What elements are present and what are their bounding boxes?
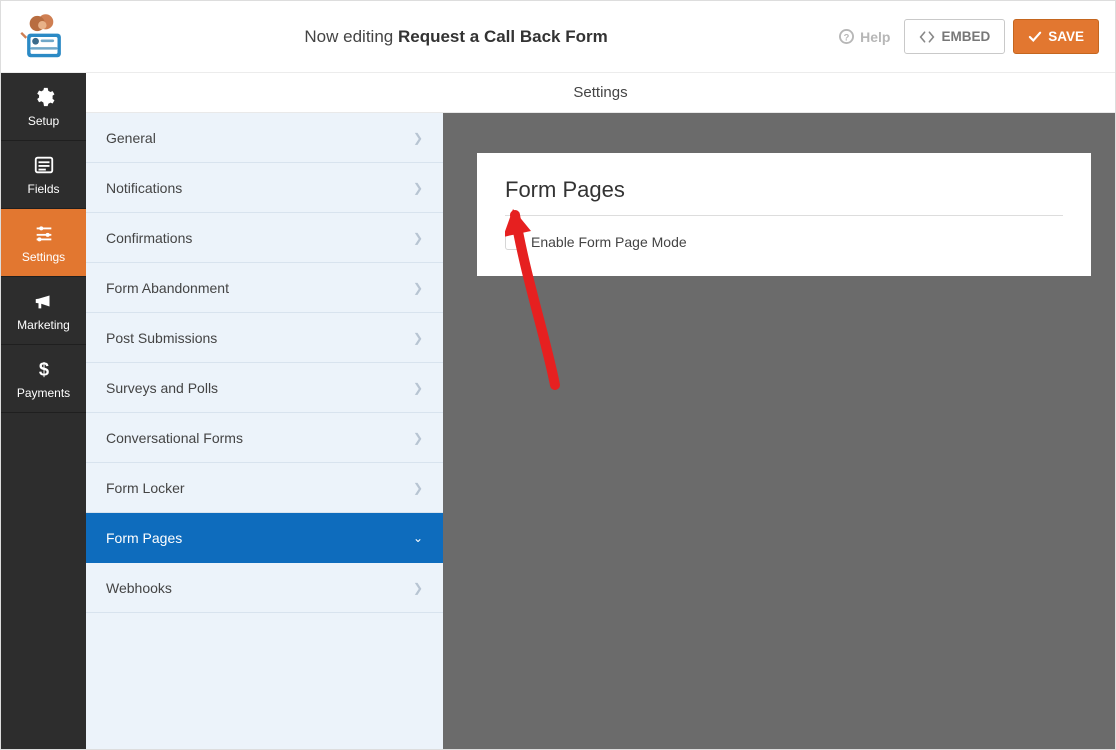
menu-label: Form Pages xyxy=(106,530,182,546)
menu-label: Form Locker xyxy=(106,480,185,496)
list-icon xyxy=(33,154,55,176)
gear-icon xyxy=(33,86,55,108)
wpforms-logo xyxy=(9,9,79,65)
dollar-icon: $ xyxy=(33,358,55,380)
nav-item-marketing[interactable]: Marketing xyxy=(1,277,86,345)
check-icon xyxy=(1028,31,1042,43)
enable-form-page-mode-checkbox[interactable] xyxy=(505,234,521,250)
preview-area: Form Pages Enable Form Page Mode xyxy=(443,113,1115,749)
form-title: Request a Call Back Form xyxy=(398,27,608,46)
nav-item-payments[interactable]: $ Payments xyxy=(1,345,86,413)
settings-menu-form-locker[interactable]: Form Locker ❯ xyxy=(86,463,443,513)
header-title: Now editing Request a Call Back Form xyxy=(79,27,833,47)
nav-label: Marketing xyxy=(17,318,70,332)
header-actions: ? Help EMBED SAVE xyxy=(833,19,1099,54)
svg-text:$: $ xyxy=(38,358,48,379)
nav-item-setup[interactable]: Setup xyxy=(1,73,86,141)
mascot-icon xyxy=(17,13,71,61)
nav-label: Setup xyxy=(28,114,59,128)
app-frame: Now editing Request a Call Back Form ? H… xyxy=(0,0,1116,750)
chevron-right-icon: ❯ xyxy=(413,181,423,195)
settings-menu-general[interactable]: General ❯ xyxy=(86,113,443,163)
settings-menu: General ❯ Notifications ❯ Confirmations … xyxy=(86,113,443,749)
middle: Settings General ❯ Notifications ❯ Confi… xyxy=(86,73,1115,749)
code-icon xyxy=(919,30,935,44)
enable-form-page-mode-row[interactable]: Enable Form Page Mode xyxy=(505,234,1063,250)
save-label: SAVE xyxy=(1048,29,1084,44)
editing-prefix: Now editing xyxy=(304,27,398,46)
nav-item-fields[interactable]: Fields xyxy=(1,141,86,209)
content: General ❯ Notifications ❯ Confirmations … xyxy=(86,113,1115,749)
menu-label: Conversational Forms xyxy=(106,430,243,446)
embed-button[interactable]: EMBED xyxy=(904,19,1005,54)
body: Setup Fields Settings Marketing $ Paymen… xyxy=(1,73,1115,749)
menu-label: Form Abandonment xyxy=(106,280,229,296)
menu-label: Webhooks xyxy=(106,580,172,596)
embed-label: EMBED xyxy=(941,29,990,44)
checkbox-label: Enable Form Page Mode xyxy=(531,234,687,250)
menu-label: Confirmations xyxy=(106,230,192,246)
nav-item-settings[interactable]: Settings xyxy=(1,209,86,277)
menu-label: General xyxy=(106,130,156,146)
chevron-down-icon: ⌄ xyxy=(413,531,423,545)
form-pages-panel: Form Pages Enable Form Page Mode xyxy=(477,153,1091,276)
menu-label: Post Submissions xyxy=(106,330,217,346)
megaphone-icon xyxy=(33,290,55,312)
nav-label: Settings xyxy=(22,250,65,264)
settings-menu-surveys-polls[interactable]: Surveys and Polls ❯ xyxy=(86,363,443,413)
left-nav: Setup Fields Settings Marketing $ Paymen… xyxy=(1,73,86,749)
chevron-right-icon: ❯ xyxy=(413,431,423,445)
section-title: Settings xyxy=(573,84,627,101)
help-link[interactable]: ? Help xyxy=(833,23,896,51)
section-title-bar: Settings xyxy=(86,73,1115,113)
help-label: Help xyxy=(860,29,890,45)
settings-menu-conversational-forms[interactable]: Conversational Forms ❯ xyxy=(86,413,443,463)
settings-menu-form-pages[interactable]: Form Pages ⌄ xyxy=(86,513,443,563)
settings-menu-post-submissions[interactable]: Post Submissions ❯ xyxy=(86,313,443,363)
settings-menu-confirmations[interactable]: Confirmations ❯ xyxy=(86,213,443,263)
chevron-right-icon: ❯ xyxy=(413,131,423,145)
settings-menu-form-abandonment[interactable]: Form Abandonment ❯ xyxy=(86,263,443,313)
chevron-right-icon: ❯ xyxy=(413,481,423,495)
chevron-right-icon: ❯ xyxy=(413,581,423,595)
svg-text:?: ? xyxy=(844,32,850,42)
sliders-icon xyxy=(33,222,55,244)
question-circle-icon: ? xyxy=(839,29,854,44)
save-button[interactable]: SAVE xyxy=(1013,19,1099,54)
panel-title: Form Pages xyxy=(505,177,1063,216)
settings-menu-webhooks[interactable]: Webhooks ❯ xyxy=(86,563,443,613)
nav-label: Fields xyxy=(27,182,59,196)
settings-menu-notifications[interactable]: Notifications ❯ xyxy=(86,163,443,213)
chevron-right-icon: ❯ xyxy=(413,281,423,295)
nav-label: Payments xyxy=(17,386,70,400)
menu-label: Notifications xyxy=(106,180,182,196)
chevron-right-icon: ❯ xyxy=(413,231,423,245)
menu-label: Surveys and Polls xyxy=(106,380,218,396)
chevron-right-icon: ❯ xyxy=(413,331,423,345)
chevron-right-icon: ❯ xyxy=(413,381,423,395)
header: Now editing Request a Call Back Form ? H… xyxy=(1,1,1115,73)
